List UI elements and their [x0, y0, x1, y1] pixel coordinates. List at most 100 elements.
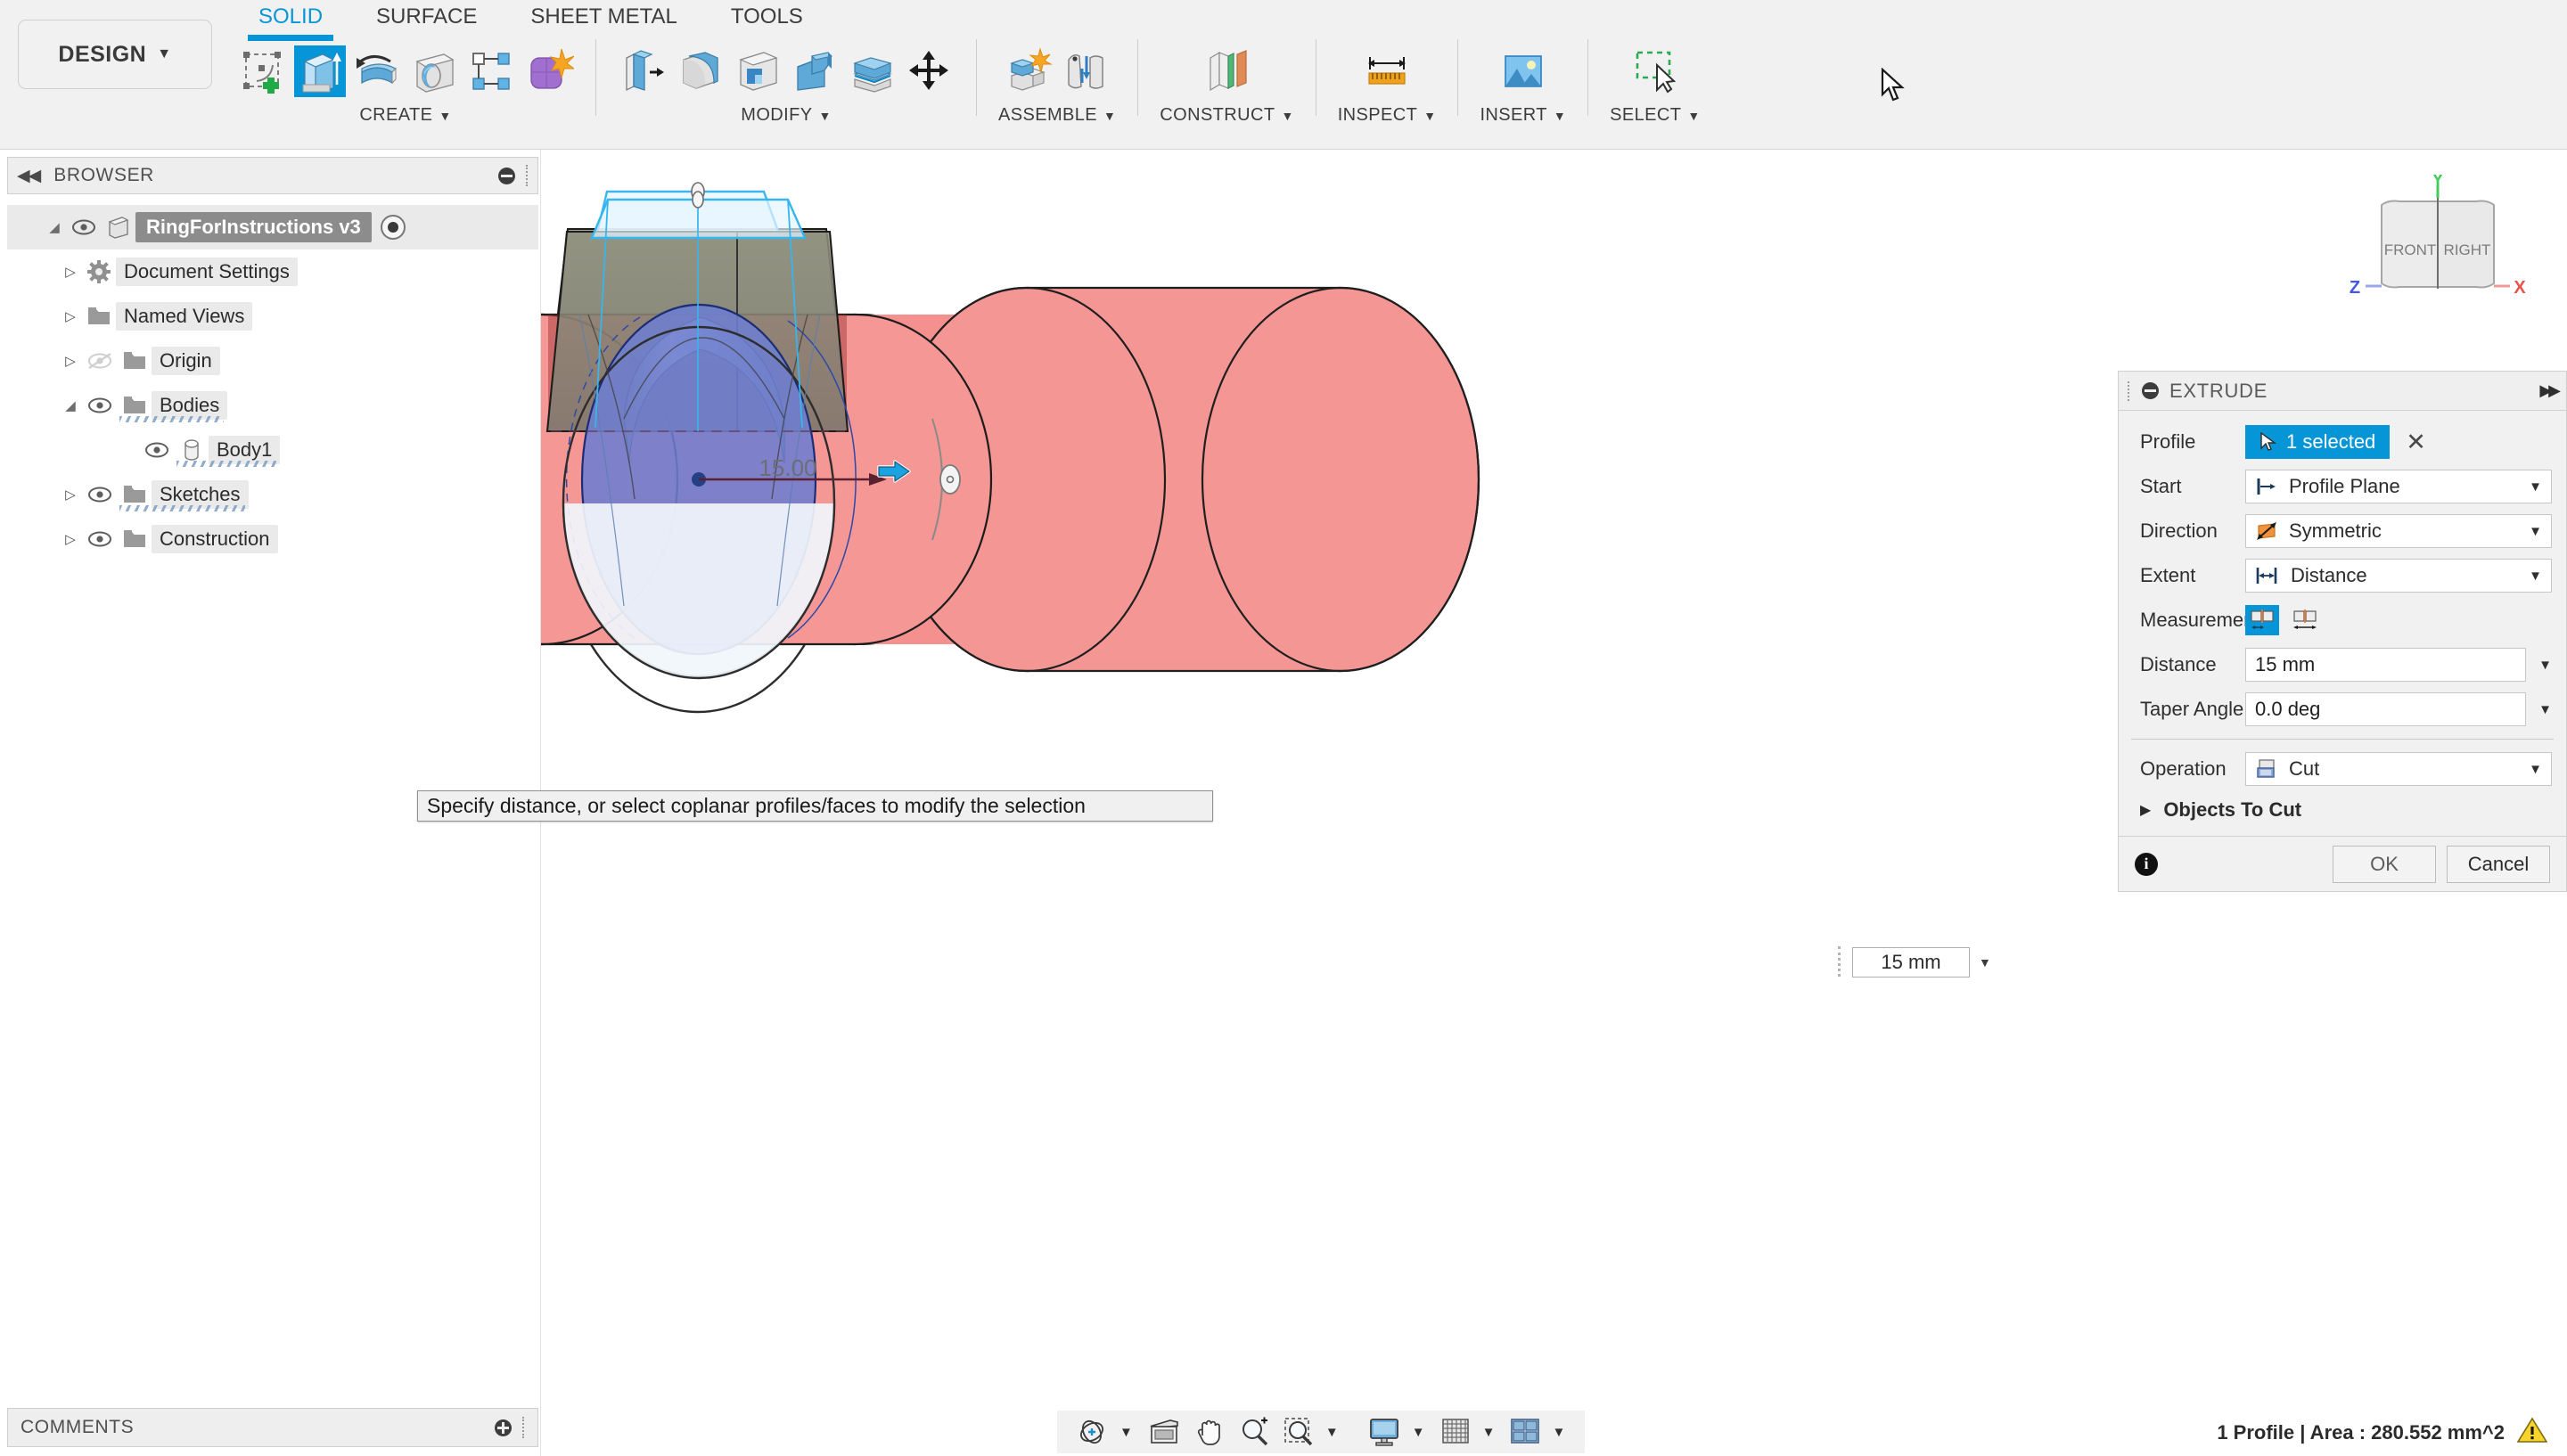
create-sketch-icon[interactable] [237, 45, 289, 97]
ribbon-group-label-insert[interactable]: INSERT ▼ [1480, 105, 1566, 126]
display-settings-icon[interactable] [1348, 1416, 1408, 1448]
tree-item-body1[interactable]: Body1 [7, 428, 538, 472]
circle-plus-icon[interactable] [495, 1419, 512, 1436]
double-chevron-left-icon[interactable]: ◀◀ [17, 166, 39, 186]
look-at-icon[interactable] [1142, 1417, 1188, 1447]
move-copy-icon[interactable] [903, 45, 955, 97]
offset-face-icon[interactable] [846, 45, 898, 97]
tree-item-document-settings[interactable]: ▷ Document Settings [7, 249, 538, 294]
expand-arrow-icon[interactable]: ◢ [59, 397, 82, 413]
shell-icon[interactable] [732, 45, 783, 97]
expand-arrow-icon[interactable]: ▷ [59, 531, 82, 547]
fillet-icon[interactable] [675, 45, 726, 97]
chevron-down-icon[interactable]: ▼ [1979, 955, 1991, 969]
start-dropdown[interactable]: Profile Plane ▼ [2245, 470, 2552, 503]
chevron-down-icon[interactable]: ▼ [1548, 1425, 1574, 1440]
expand-arrow-icon[interactable]: ▷ [59, 487, 82, 503]
tree-item-sketches[interactable]: ▷ Sketches [7, 472, 538, 517]
tree-item-named-views[interactable]: ▷ Named Views [7, 294, 538, 339]
whole-length-icon[interactable] [2288, 605, 2322, 635]
visibility-eye-icon[interactable] [66, 218, 102, 236]
circle-minus-icon[interactable] [498, 168, 515, 184]
tab-tools[interactable]: TOOLS [704, 4, 830, 34]
grip-icon[interactable] [2128, 381, 2131, 401]
form-icon[interactable] [522, 45, 574, 97]
expand-arrow-icon[interactable]: ▷ [59, 353, 82, 369]
close-x-icon[interactable]: ✕ [2406, 430, 2426, 454]
grip-icon[interactable] [522, 1417, 525, 1438]
select-window-icon[interactable] [1629, 45, 1681, 97]
orbit-icon[interactable] [1068, 1416, 1116, 1448]
grip-icon[interactable] [526, 165, 529, 186]
new-component-icon[interactable] [1003, 45, 1054, 97]
ribbon-group-label-create[interactable]: CREATE ▼ [359, 105, 451, 126]
ribbon-group-label-construct[interactable]: CONSTRUCT ▼ [1160, 105, 1293, 126]
canvas-dimension-input[interactable]: 15 mm [1852, 947, 1970, 977]
tab-surface[interactable]: SURFACE [349, 4, 504, 34]
grid-snap-icon[interactable] [1434, 1417, 1479, 1447]
chevron-down-icon[interactable]: ▼ [2529, 479, 2542, 495]
extrude-icon[interactable] [294, 45, 346, 97]
half-length-icon[interactable] [2245, 605, 2279, 635]
ribbon-group-label-select[interactable]: SELECT ▼ [1610, 105, 1700, 126]
expand-arrow-icon[interactable]: ▷ [59, 264, 82, 280]
viewports-icon[interactable] [1504, 1417, 1548, 1447]
zoom-in-icon[interactable] [1233, 1416, 1277, 1448]
chevron-down-icon[interactable]: ▼ [2538, 658, 2552, 673]
chevron-down-icon[interactable]: ▼ [1116, 1425, 1142, 1440]
combine-icon[interactable] [789, 45, 841, 97]
expand-arrow-icon[interactable]: ◢ [43, 219, 66, 235]
activate-component-radio[interactable] [381, 215, 406, 240]
profile-selection-chip[interactable]: 1 selected [2245, 425, 2390, 459]
visibility-eye-icon[interactable] [82, 530, 118, 548]
tab-sheet-metal[interactable]: SHEET METAL [504, 4, 703, 34]
tree-item-root[interactable]: ◢ RingForInstructions v3 [7, 205, 538, 249]
distance-input[interactable]: 15 mm [2245, 648, 2526, 682]
measure-icon[interactable] [1361, 45, 1413, 97]
taper-angle-input[interactable]: 0.0 deg [2245, 692, 2526, 726]
info-icon[interactable]: i [2135, 853, 2158, 876]
press-pull-icon[interactable] [618, 45, 669, 97]
ribbon-group-label-inspect[interactable]: INSPECT ▼ [1338, 105, 1437, 126]
tab-solid[interactable]: SOLID [232, 4, 349, 34]
canvas-dimension-input-group[interactable]: 15 mm ▼ [1852, 946, 2013, 978]
visibility-eye-icon[interactable] [139, 441, 175, 459]
zoom-window-icon[interactable] [1277, 1416, 1322, 1448]
operation-dropdown[interactable]: Cut ▼ [2245, 752, 2552, 786]
warning-triangle-icon[interactable] [2517, 1417, 2547, 1449]
objects-to-cut-section[interactable]: ▶ Objects To Cut [2119, 791, 2566, 830]
joint-icon[interactable] [1060, 45, 1111, 97]
circle-minus-icon[interactable] [2142, 382, 2159, 399]
chevron-down-icon[interactable]: ▼ [1408, 1425, 1434, 1440]
dimension-input-grip[interactable] [1838, 946, 1843, 977]
tree-item-bodies[interactable]: ◢ Bodies [7, 383, 538, 428]
chevron-down-icon[interactable]: ▼ [1479, 1425, 1505, 1440]
chevron-down-icon[interactable]: ▼ [2529, 568, 2542, 584]
chevron-down-icon[interactable]: ▼ [2538, 702, 2552, 717]
chevron-down-icon[interactable]: ▼ [2529, 762, 2542, 777]
tree-item-origin[interactable]: ▷ Origin [7, 339, 538, 383]
insert-image-icon[interactable] [1497, 45, 1549, 97]
expand-arrow-icon[interactable]: ▷ [59, 308, 82, 324]
revolve-icon[interactable] [351, 45, 403, 97]
tab-label: SURFACE [376, 4, 477, 29]
pan-hand-icon[interactable] [1188, 1416, 1233, 1448]
ok-button[interactable]: OK [2333, 846, 2436, 883]
offset-plane-icon[interactable] [1201, 45, 1253, 97]
ribbon-group-label-modify[interactable]: MODIFY ▼ [741, 105, 831, 126]
visibility-eye-hidden-icon[interactable] [82, 351, 118, 371]
extent-dropdown[interactable]: Distance ▼ [2245, 559, 2552, 593]
chevron-down-icon[interactable]: ▼ [2529, 524, 2542, 539]
visibility-eye-icon[interactable] [82, 486, 118, 503]
cancel-button[interactable]: Cancel [2447, 846, 2550, 883]
sweep-icon[interactable] [408, 45, 460, 97]
chevron-down-icon[interactable]: ▼ [1322, 1425, 1348, 1440]
triangle-right-icon[interactable]: ▶ [2140, 801, 2151, 819]
pattern-icon[interactable] [465, 45, 517, 97]
visibility-eye-icon[interactable] [82, 397, 118, 414]
direction-dropdown[interactable]: Symmetric ▼ [2245, 514, 2552, 548]
tree-item-construction[interactable]: ▷ Construction [7, 517, 538, 561]
workspace-switcher-button[interactable]: DESIGN ▼ [18, 20, 212, 89]
double-chevron-right-icon[interactable]: ▶▶ [2539, 381, 2557, 400]
ribbon-group-label-assemble[interactable]: ASSEMBLE ▼ [998, 105, 1116, 126]
